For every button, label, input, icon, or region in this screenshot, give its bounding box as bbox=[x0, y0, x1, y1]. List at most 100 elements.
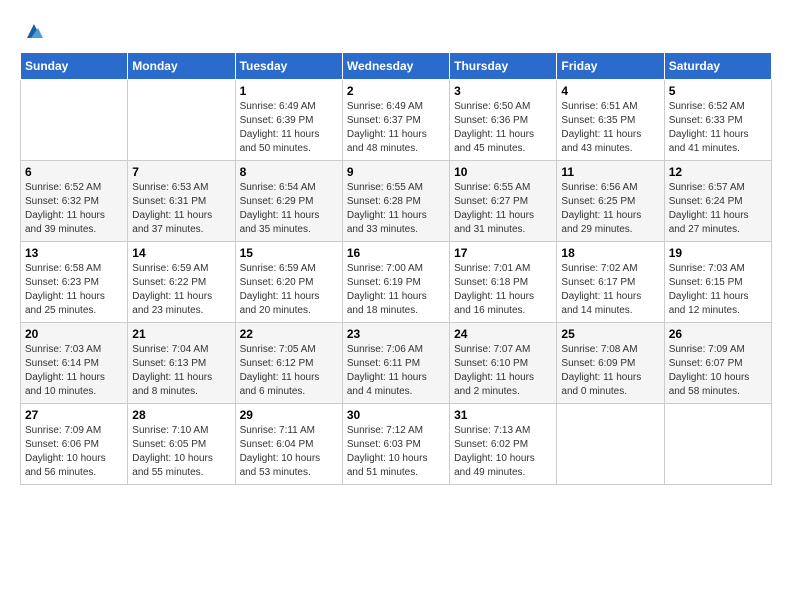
weekday-header: Wednesday bbox=[342, 53, 449, 80]
calendar-cell bbox=[664, 404, 771, 485]
logo bbox=[20, 20, 45, 42]
day-number: 21 bbox=[132, 327, 230, 341]
calendar-cell: 19 Sunrise: 7:03 AM Sunset: 6:15 PM Dayli… bbox=[664, 242, 771, 323]
calendar-cell: 27 Sunrise: 7:09 AM Sunset: 6:06 PM Dayli… bbox=[21, 404, 128, 485]
calendar-cell: 3 Sunrise: 6:50 AM Sunset: 6:36 PM Daylig… bbox=[450, 80, 557, 161]
calendar-cell: 2 Sunrise: 6:49 AM Sunset: 6:37 PM Daylig… bbox=[342, 80, 449, 161]
day-info: Sunrise: 6:49 AM Sunset: 6:39 PM Dayligh… bbox=[240, 100, 338, 156]
calendar-cell: 31 Sunrise: 7:13 AM Sunset: 6:02 PM Dayli… bbox=[450, 404, 557, 485]
calendar-table: SundayMondayTuesdayWednesdayThursdayFrid… bbox=[20, 52, 772, 485]
day-number: 19 bbox=[669, 246, 767, 260]
calendar-cell: 10 Sunrise: 6:55 AM Sunset: 6:27 PM Dayli… bbox=[450, 161, 557, 242]
day-info: Sunrise: 7:07 AM Sunset: 6:10 PM Dayligh… bbox=[454, 343, 552, 399]
day-number: 20 bbox=[25, 327, 123, 341]
calendar-cell bbox=[557, 404, 664, 485]
day-number: 8 bbox=[240, 165, 338, 179]
day-info: Sunrise: 7:13 AM Sunset: 6:02 PM Dayligh… bbox=[454, 424, 552, 480]
day-number: 13 bbox=[25, 246, 123, 260]
calendar-header-row: SundayMondayTuesdayWednesdayThursdayFrid… bbox=[21, 53, 772, 80]
calendar-cell: 16 Sunrise: 7:00 AM Sunset: 6:19 PM Dayli… bbox=[342, 242, 449, 323]
day-info: Sunrise: 6:52 AM Sunset: 6:32 PM Dayligh… bbox=[25, 181, 123, 237]
day-number: 16 bbox=[347, 246, 445, 260]
day-info: Sunrise: 7:03 AM Sunset: 6:15 PM Dayligh… bbox=[669, 262, 767, 318]
day-info: Sunrise: 7:09 AM Sunset: 6:06 PM Dayligh… bbox=[25, 424, 123, 480]
calendar-cell bbox=[128, 80, 235, 161]
day-number: 25 bbox=[561, 327, 659, 341]
day-info: Sunrise: 6:51 AM Sunset: 6:35 PM Dayligh… bbox=[561, 100, 659, 156]
calendar-cell: 21 Sunrise: 7:04 AM Sunset: 6:13 PM Dayli… bbox=[128, 323, 235, 404]
calendar-cell: 29Sunrise: 7:11 AM Sunset: 6:04 PM Dayli… bbox=[235, 404, 342, 485]
day-number: 7 bbox=[132, 165, 230, 179]
day-info: Sunrise: 6:56 AM Sunset: 6:25 PM Dayligh… bbox=[561, 181, 659, 237]
calendar-cell bbox=[21, 80, 128, 161]
day-info: Sunrise: 7:11 AM Sunset: 6:04 PM Dayligh… bbox=[240, 424, 338, 480]
day-number: 6 bbox=[25, 165, 123, 179]
day-info: Sunrise: 6:59 AM Sunset: 6:20 PM Dayligh… bbox=[240, 262, 338, 318]
day-number: 12 bbox=[669, 165, 767, 179]
day-info: Sunrise: 6:55 AM Sunset: 6:28 PM Dayligh… bbox=[347, 181, 445, 237]
weekday-header: Tuesday bbox=[235, 53, 342, 80]
day-info: Sunrise: 7:04 AM Sunset: 6:13 PM Dayligh… bbox=[132, 343, 230, 399]
day-info: Sunrise: 6:57 AM Sunset: 6:24 PM Dayligh… bbox=[669, 181, 767, 237]
calendar-cell: 30Sunrise: 7:12 AM Sunset: 6:03 PM Dayli… bbox=[342, 404, 449, 485]
day-number: 5 bbox=[669, 84, 767, 98]
page-header bbox=[20, 20, 772, 42]
day-info: Sunrise: 6:50 AM Sunset: 6:36 PM Dayligh… bbox=[454, 100, 552, 156]
day-number: 15 bbox=[240, 246, 338, 260]
calendar-week-row: 27 Sunrise: 7:09 AM Sunset: 6:06 PM Dayli… bbox=[21, 404, 772, 485]
calendar-week-row: 1 Sunrise: 6:49 AM Sunset: 6:39 PM Daylig… bbox=[21, 80, 772, 161]
calendar-cell: 9 Sunrise: 6:55 AM Sunset: 6:28 PM Daylig… bbox=[342, 161, 449, 242]
day-info: Sunrise: 6:49 AM Sunset: 6:37 PM Dayligh… bbox=[347, 100, 445, 156]
day-info: Sunrise: 7:01 AM Sunset: 6:18 PM Dayligh… bbox=[454, 262, 552, 318]
calendar-cell: 8 Sunrise: 6:54 AM Sunset: 6:29 PM Daylig… bbox=[235, 161, 342, 242]
day-info: Sunrise: 6:59 AM Sunset: 6:22 PM Dayligh… bbox=[132, 262, 230, 318]
day-number: 2 bbox=[347, 84, 445, 98]
calendar-cell: 23 Sunrise: 7:06 AM Sunset: 6:11 PM Dayli… bbox=[342, 323, 449, 404]
day-number: 14 bbox=[132, 246, 230, 260]
calendar-cell: 15 Sunrise: 6:59 AM Sunset: 6:20 PM Dayli… bbox=[235, 242, 342, 323]
day-number: 17 bbox=[454, 246, 552, 260]
day-info: Sunrise: 7:00 AM Sunset: 6:19 PM Dayligh… bbox=[347, 262, 445, 318]
day-number: 22 bbox=[240, 327, 338, 341]
day-info: Sunrise: 7:08 AM Sunset: 6:09 PM Dayligh… bbox=[561, 343, 659, 399]
weekday-header: Saturday bbox=[664, 53, 771, 80]
day-info: Sunrise: 7:05 AM Sunset: 6:12 PM Dayligh… bbox=[240, 343, 338, 399]
day-number: 28 bbox=[132, 408, 230, 422]
calendar-week-row: 13 Sunrise: 6:58 AM Sunset: 6:23 PM Dayli… bbox=[21, 242, 772, 323]
day-info: Sunrise: 6:52 AM Sunset: 6:33 PM Dayligh… bbox=[669, 100, 767, 156]
day-info: Sunrise: 7:06 AM Sunset: 6:11 PM Dayligh… bbox=[347, 343, 445, 399]
calendar-cell: 26Sunrise: 7:09 AM Sunset: 6:07 PM Dayli… bbox=[664, 323, 771, 404]
calendar-cell: 5 Sunrise: 6:52 AM Sunset: 6:33 PM Daylig… bbox=[664, 80, 771, 161]
day-number: 9 bbox=[347, 165, 445, 179]
day-number: 11 bbox=[561, 165, 659, 179]
logo-icon bbox=[23, 20, 45, 42]
day-number: 4 bbox=[561, 84, 659, 98]
calendar-cell: 6 Sunrise: 6:52 AM Sunset: 6:32 PM Daylig… bbox=[21, 161, 128, 242]
weekday-header: Thursday bbox=[450, 53, 557, 80]
day-number: 10 bbox=[454, 165, 552, 179]
calendar-cell: 1 Sunrise: 6:49 AM Sunset: 6:39 PM Daylig… bbox=[235, 80, 342, 161]
day-number: 3 bbox=[454, 84, 552, 98]
day-info: Sunrise: 7:09 AM Sunset: 6:07 PM Dayligh… bbox=[669, 343, 767, 399]
day-number: 31 bbox=[454, 408, 552, 422]
day-info: Sunrise: 7:02 AM Sunset: 6:17 PM Dayligh… bbox=[561, 262, 659, 318]
day-info: Sunrise: 7:12 AM Sunset: 6:03 PM Dayligh… bbox=[347, 424, 445, 480]
calendar-week-row: 20 Sunrise: 7:03 AM Sunset: 6:14 PM Dayli… bbox=[21, 323, 772, 404]
day-info: Sunrise: 7:03 AM Sunset: 6:14 PM Dayligh… bbox=[25, 343, 123, 399]
day-number: 23 bbox=[347, 327, 445, 341]
day-number: 27 bbox=[25, 408, 123, 422]
day-info: Sunrise: 6:55 AM Sunset: 6:27 PM Dayligh… bbox=[454, 181, 552, 237]
calendar-cell: 24Sunrise: 7:07 AM Sunset: 6:10 PM Dayli… bbox=[450, 323, 557, 404]
weekday-header: Monday bbox=[128, 53, 235, 80]
day-info: Sunrise: 6:58 AM Sunset: 6:23 PM Dayligh… bbox=[25, 262, 123, 318]
calendar-cell: 17 Sunrise: 7:01 AM Sunset: 6:18 PM Dayli… bbox=[450, 242, 557, 323]
calendar-cell: 25 Sunrise: 7:08 AM Sunset: 6:09 PM Dayli… bbox=[557, 323, 664, 404]
day-info: Sunrise: 6:54 AM Sunset: 6:29 PM Dayligh… bbox=[240, 181, 338, 237]
day-number: 18 bbox=[561, 246, 659, 260]
weekday-header: Friday bbox=[557, 53, 664, 80]
day-number: 1 bbox=[240, 84, 338, 98]
calendar-cell: 11 Sunrise: 6:56 AM Sunset: 6:25 PM Dayli… bbox=[557, 161, 664, 242]
calendar-cell: 12 Sunrise: 6:57 AM Sunset: 6:24 PM Dayli… bbox=[664, 161, 771, 242]
calendar-cell: 4 Sunrise: 6:51 AM Sunset: 6:35 PM Daylig… bbox=[557, 80, 664, 161]
day-info: Sunrise: 6:53 AM Sunset: 6:31 PM Dayligh… bbox=[132, 181, 230, 237]
